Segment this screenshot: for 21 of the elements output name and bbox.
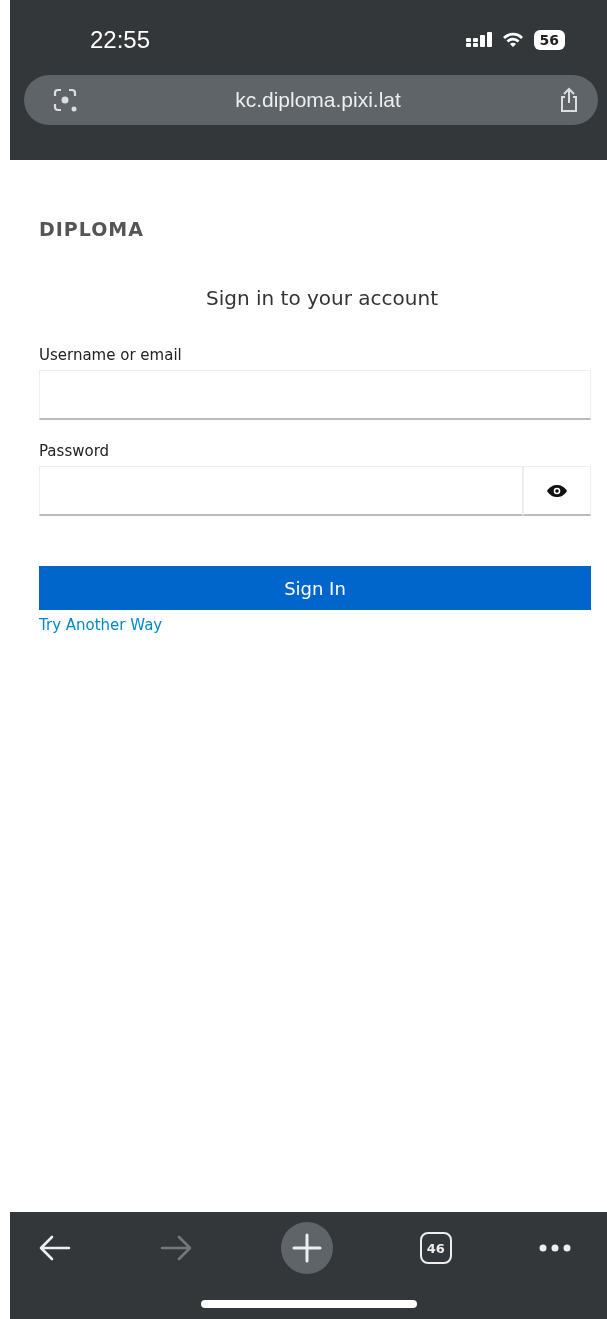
form-heading: Sign in to your account — [205, 286, 438, 310]
show-password-button[interactable] — [523, 466, 591, 516]
eye-icon — [546, 483, 568, 498]
brand-title: DIPLOMA — [39, 218, 144, 240]
back-icon[interactable] — [38, 1234, 72, 1262]
sign-in-button[interactable]: Sign In — [39, 566, 591, 610]
signal-icon — [465, 32, 492, 48]
try-another-way-link[interactable]: Try Another Way — [39, 616, 163, 634]
tab-count-button[interactable]: 46 — [419, 1232, 452, 1264]
battery-indicator: 56 — [533, 30, 565, 50]
password-field[interactable] — [39, 466, 523, 516]
wifi-icon — [501, 32, 524, 48]
camera-search-icon[interactable] — [52, 87, 78, 113]
field-label: Password — [39, 442, 110, 460]
field-label: Username or email — [39, 346, 182, 364]
address-bar[interactable]: kc.diploma.pixi.lat — [24, 75, 598, 125]
new-tab-icon[interactable] — [280, 1222, 333, 1274]
share-icon[interactable] — [558, 87, 580, 113]
status-time: 22:55 — [90, 26, 151, 54]
more-icon[interactable] — [539, 1244, 571, 1252]
username-field[interactable] — [39, 370, 591, 420]
